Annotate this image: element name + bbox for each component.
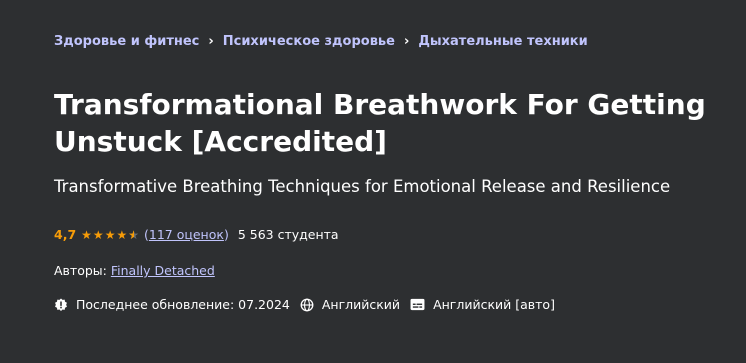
captions-text: Английский [авто] [433,297,555,312]
rating-row: 4,7 ★ ★ ★ ★ ★★ (117 оценок) 5 563 студен… [54,227,339,242]
alert-badge-icon [55,298,67,311]
star-icon: ★ [81,227,92,242]
half-star-icon: ★★ [128,227,139,242]
star-rating: ★ ★ ★ ★ ★★ [81,229,139,241]
closed-captions-icon [410,298,425,311]
course-captions: Английский [авто] [410,297,555,312]
breadcrumb-mental-health[interactable]: Психическое здоровье [223,34,395,49]
star-icon: ★ [104,227,116,242]
reviews-close-paren: ) [223,227,229,242]
language-text: Английский [321,297,401,312]
students-count: 5 563 студента [237,227,339,242]
reviews-link[interactable]: 117 оценок [149,227,224,242]
course-subtitle: Transformative Breathing Techniques for … [54,177,671,196]
star-icon: ★ [116,227,128,242]
chevron-right-icon: › [403,34,410,49]
star-icon: ★ [92,227,104,242]
chevron-right-icon: › [208,34,214,49]
course-language: Английский [300,297,400,312]
breadcrumb-breathing-techniques[interactable]: Дыхательные техники [418,34,587,49]
authors-row: Авторы: Finally Detached [54,263,215,278]
course-title: Transformational Breathwork For Getting … [54,88,706,158]
breadcrumb-health-fitness[interactable]: Здоровье и фитнес [54,34,199,49]
course-header: Здоровье и фитнес › Психическое здоровье… [0,0,746,363]
last-updated-text: Последнее обновление: 07.2024 [76,297,290,312]
last-updated: Последнее обновление: 07.2024 [54,297,290,312]
course-meta: Последнее обновление: 07.2024 Английский… [54,297,565,312]
rating-value: 4,7 [54,227,77,242]
breadcrumb: Здоровье и фитнес › Психическое здоровье… [54,34,588,49]
author-link[interactable]: Finally Detached [111,263,215,278]
globe-icon [300,298,314,311]
authors-label: Авторы: [54,263,107,278]
